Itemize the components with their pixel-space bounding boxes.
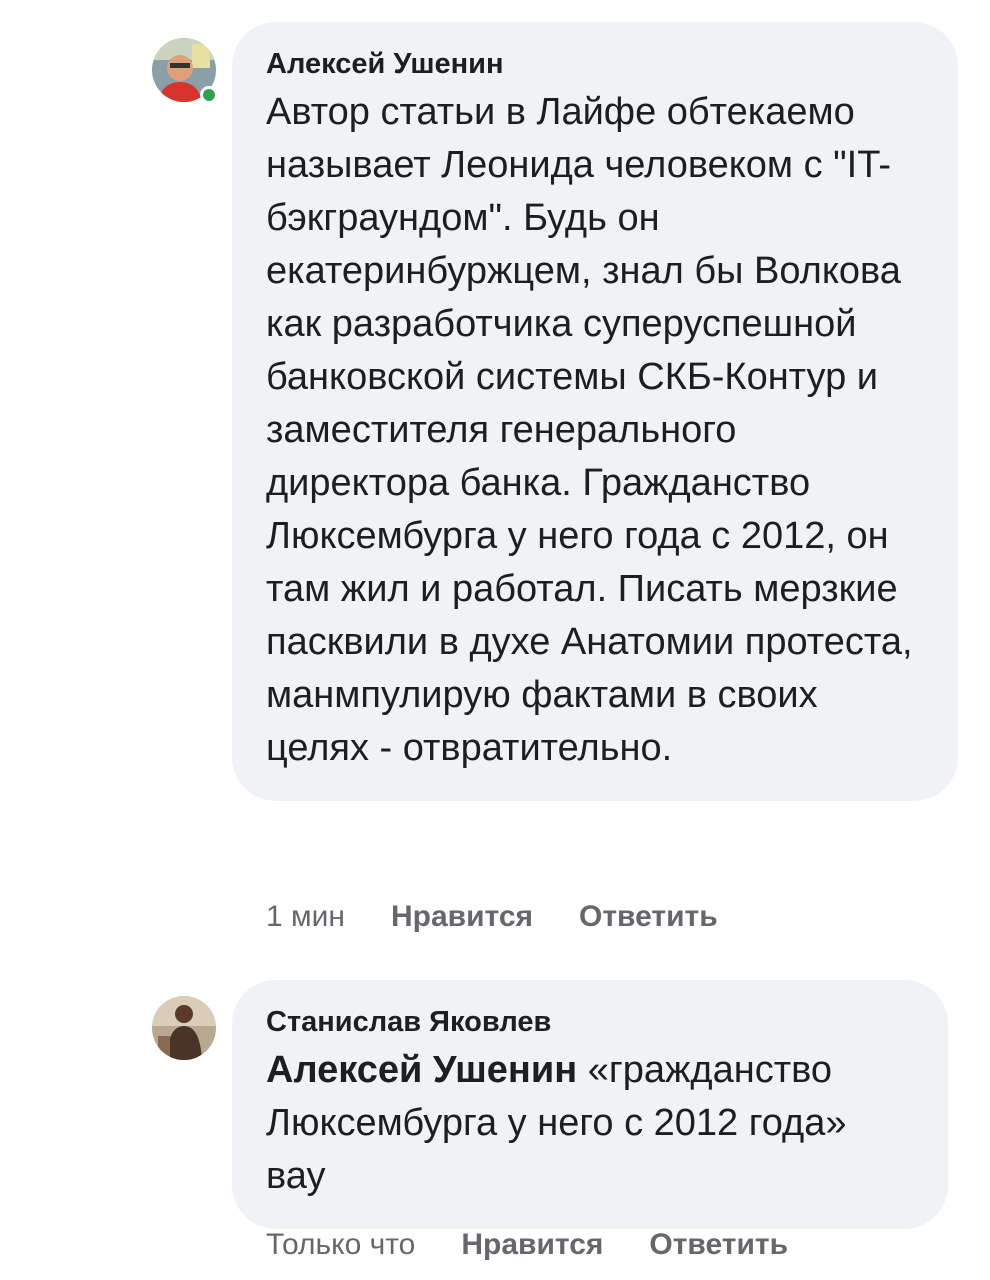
user-photo-icon: [152, 996, 216, 1060]
online-status-icon: [200, 86, 218, 104]
like-button[interactable]: Нравится: [391, 900, 533, 933]
comment-author[interactable]: Станислав Яковлев: [266, 1004, 914, 1040]
comment-bubble: Алексей Ушенин Автор статьи в Лайфе обте…: [232, 22, 958, 801]
comment-actions: 1 мин Нравится Ответить: [266, 897, 764, 937]
comment-bubble: Станислав Яковлев Алексей Ушенин «гражда…: [232, 980, 948, 1229]
like-button[interactable]: Нравится: [461, 1228, 603, 1261]
comment-text: Алексей Ушенин «гражданство Люксембурга …: [266, 1044, 914, 1203]
comment-time[interactable]: 1 мин: [266, 900, 345, 933]
comment-time[interactable]: Только что: [266, 1228, 415, 1261]
avatar[interactable]: [152, 38, 218, 104]
reply-button[interactable]: Ответить: [649, 1228, 788, 1261]
reply-button[interactable]: Ответить: [579, 900, 718, 933]
comment-author[interactable]: Алексей Ушенин: [266, 46, 924, 82]
mention-link[interactable]: Алексей Ушенин: [266, 1049, 577, 1091]
comment-actions: Только что Нравится Ответить: [266, 1225, 834, 1265]
avatar[interactable]: [152, 996, 216, 1060]
comment-text: Автор статьи в Лайфе обтекаемо называет …: [266, 91, 913, 769]
